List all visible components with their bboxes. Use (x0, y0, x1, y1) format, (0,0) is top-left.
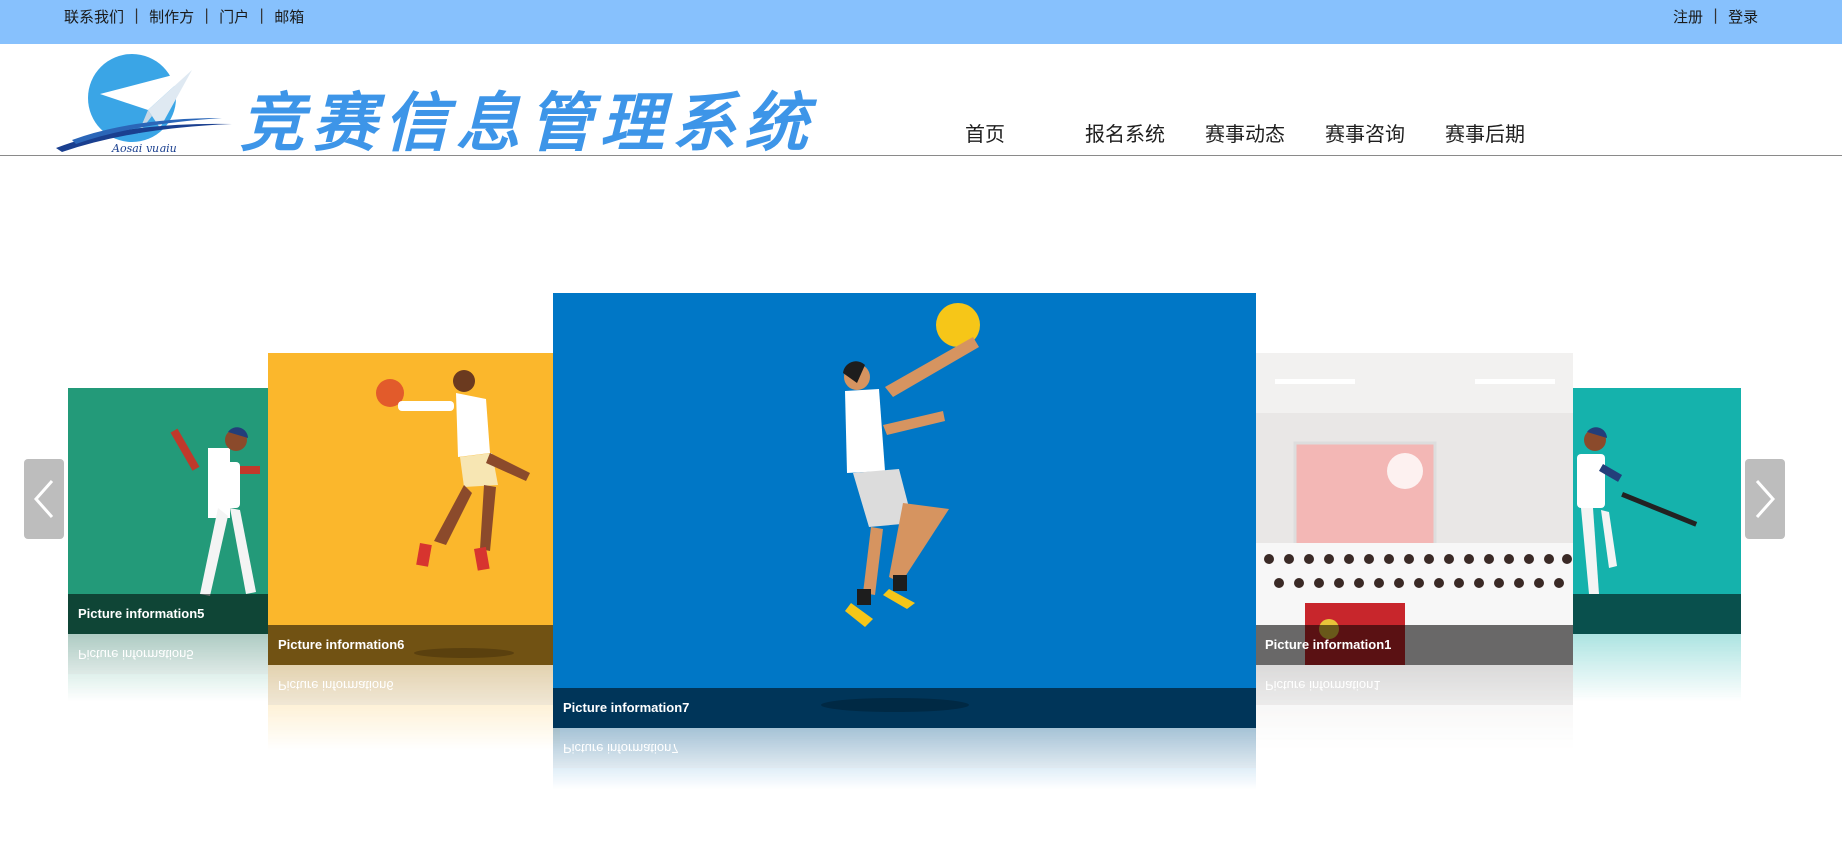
site-header: Aosai yuqiu 竞赛信息管理系统 首页 报名系统 赛事动态 赛事咨询 赛… (0, 44, 1842, 161)
reflection-caption: Picture information1 (1255, 665, 1573, 705)
carousel-caption: Picture information7 (553, 688, 1256, 728)
carousel-next-button[interactable] (1745, 459, 1785, 539)
register-link[interactable]: 注册 (1673, 6, 1703, 27)
paper-plane-logo: Aosai yuqiu (56, 54, 232, 152)
main-nav: 首页 报名系统 赛事动态 赛事咨询 赛事后期 (965, 118, 1565, 147)
carousel-caption: Picture information6 (268, 625, 560, 665)
carousel-card-active[interactable]: Picture information7 (553, 293, 1256, 728)
separator: | (259, 6, 265, 24)
carousel-card[interactable] (1573, 388, 1741, 634)
separator: | (1713, 6, 1719, 24)
nav-registration[interactable]: 报名系统 (1085, 118, 1205, 147)
carousel-reflection (1573, 634, 1741, 784)
image-carousel: Picture information5 Picture information… (0, 156, 1842, 865)
basketball-player-illustration (821, 303, 980, 712)
carousel-caption: Picture information1 (1255, 625, 1573, 665)
carousel-reflection: Picture information7 (553, 728, 1256, 865)
carousel-card[interactable]: Picture information6 (268, 353, 560, 665)
chevron-left-icon (33, 480, 54, 518)
chevron-right-icon (1755, 480, 1776, 518)
carousel-prev-button[interactable] (24, 459, 64, 539)
login-link[interactable]: 登录 (1728, 6, 1758, 27)
nav-home[interactable]: 首页 (965, 118, 1085, 147)
separator: | (134, 6, 140, 24)
reflection-caption: Picture information7 (553, 728, 1256, 768)
carousel-reflection: Picture information1 (1255, 665, 1573, 855)
reflection-caption: Picture information5 (68, 634, 268, 674)
carousel-card[interactable]: Picture information5 (68, 388, 268, 634)
carousel-reflection: Picture information5 (68, 634, 268, 784)
group-photo-illustration (1255, 353, 1573, 665)
carousel-caption (1573, 594, 1741, 634)
contact-us-link[interactable]: 联系我们 (64, 6, 124, 27)
basketball-player-illustration (376, 370, 530, 658)
carousel-reflection: Picture information6 (268, 665, 560, 855)
top-links-right: 注册 | 登录 (1673, 6, 1758, 27)
top-bar: 联系我们 | 制作方 | 门户 | 邮箱 注册 | 登录 (0, 0, 1842, 44)
portal-link[interactable]: 门户 (219, 6, 249, 27)
producer-link[interactable]: 制作方 (149, 6, 194, 27)
separator: | (204, 6, 210, 24)
reflection-caption: Picture information6 (268, 665, 560, 705)
nav-post-event[interactable]: 赛事后期 (1445, 118, 1565, 147)
top-links-left: 联系我们 | 制作方 | 门户 | 邮箱 (64, 6, 304, 27)
carousel-card[interactable]: Picture information1 (1255, 353, 1573, 665)
carousel-caption: Picture information5 (68, 594, 268, 634)
mailbox-link[interactable]: 邮箱 (274, 6, 304, 27)
site-title: 竞赛信息管理系统 (240, 86, 816, 161)
logo-text: Aosai yuqiu (111, 142, 177, 152)
nav-news[interactable]: 赛事动态 (1205, 118, 1325, 147)
nav-consulting[interactable]: 赛事咨询 (1325, 118, 1445, 147)
